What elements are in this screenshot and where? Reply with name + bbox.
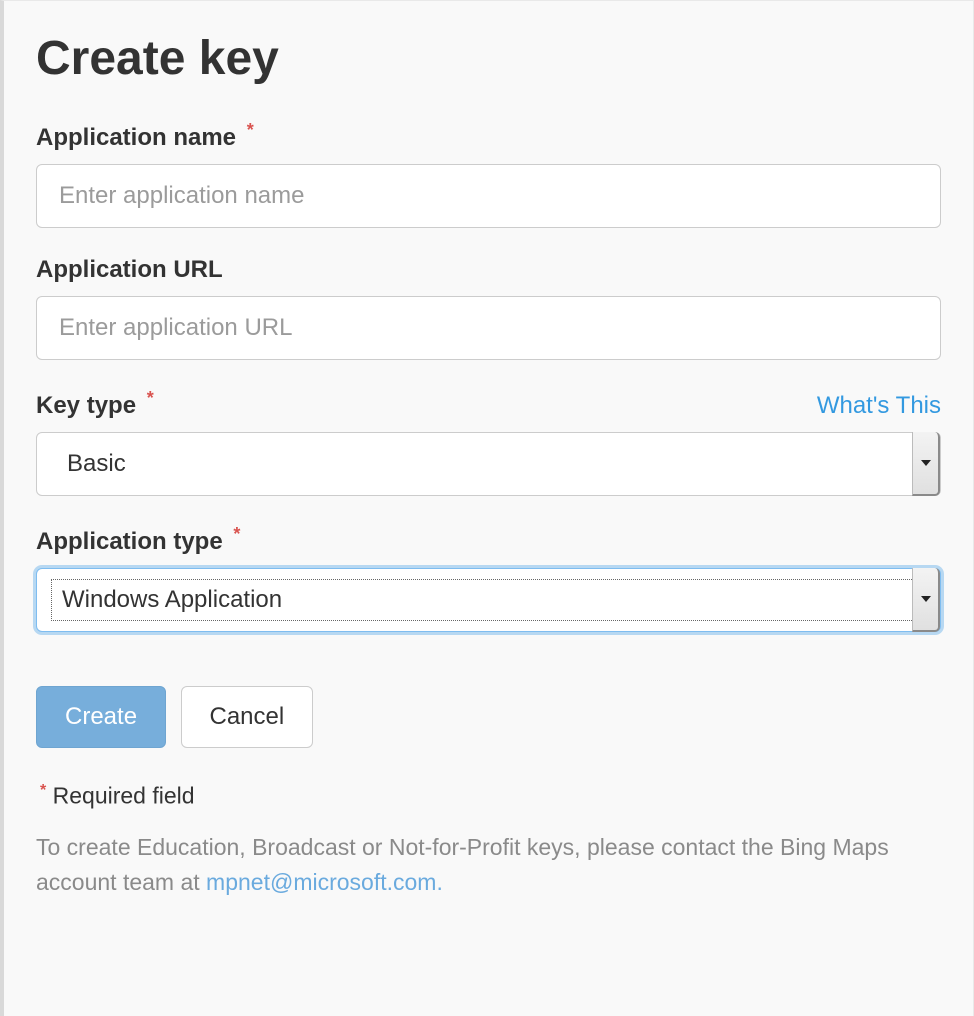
required-marker: * bbox=[40, 782, 46, 799]
label-text: Application name bbox=[36, 124, 236, 151]
dropdown-arrow-box bbox=[912, 432, 940, 496]
application-name-input[interactable] bbox=[36, 164, 941, 228]
footer-note: To create Education, Broadcast or Not-fo… bbox=[36, 830, 941, 901]
application-url-input[interactable] bbox=[36, 296, 941, 360]
select-value-container: Windows Application bbox=[37, 579, 912, 621]
create-button[interactable]: Create bbox=[36, 686, 166, 748]
label-text: Key type bbox=[36, 392, 136, 419]
required-field-note: * Required field bbox=[36, 782, 941, 810]
application-type-selected-value: Windows Application bbox=[51, 579, 916, 621]
whats-this-link[interactable]: What's This bbox=[817, 392, 941, 420]
field-key-type: Key type * What's This Basic bbox=[36, 388, 941, 496]
cancel-button[interactable]: Cancel bbox=[181, 686, 314, 748]
page-title: Create key bbox=[36, 31, 941, 86]
label-application-name: Application name * bbox=[36, 120, 254, 152]
required-marker: * bbox=[147, 388, 154, 408]
application-type-select[interactable]: Windows Application bbox=[36, 568, 941, 632]
required-marker: * bbox=[233, 524, 240, 544]
contact-email-link[interactable]: mpnet@microsoft.com. bbox=[206, 869, 443, 895]
field-application-name: Application name * bbox=[36, 120, 941, 228]
dropdown-arrow-box bbox=[912, 568, 940, 632]
label-application-type: Application type * bbox=[36, 524, 240, 556]
label-application-url: Application URL bbox=[36, 256, 223, 284]
key-type-selected-value: Basic bbox=[37, 450, 912, 478]
chevron-down-icon bbox=[921, 460, 931, 466]
chevron-down-icon bbox=[921, 596, 931, 602]
footer-note-text: To create Education, Broadcast or Not-fo… bbox=[36, 834, 889, 896]
required-field-text: Required field bbox=[53, 783, 195, 809]
required-marker: * bbox=[247, 120, 254, 140]
create-key-form: Create key Application name * Applicatio… bbox=[0, 0, 974, 1016]
label-key-type: Key type * bbox=[36, 388, 154, 420]
key-type-select[interactable]: Basic bbox=[36, 432, 941, 496]
field-application-type: Application type * Windows Application bbox=[36, 524, 941, 632]
button-row: Create Cancel bbox=[36, 686, 941, 748]
field-application-url: Application URL bbox=[36, 256, 941, 360]
label-text: Application type bbox=[36, 528, 223, 555]
